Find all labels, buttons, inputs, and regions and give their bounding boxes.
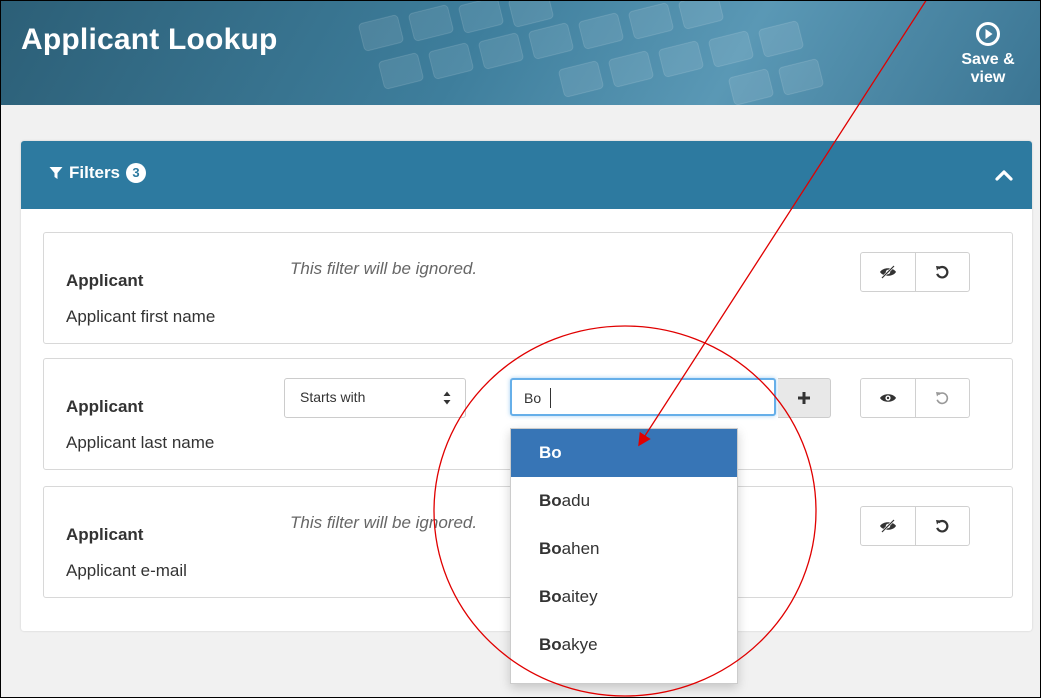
- autocomplete-option[interactable]: Boaitey: [511, 573, 737, 621]
- autocomplete-dropdown: Bo Boadu Boahen Boaitey Boakye: [510, 428, 738, 684]
- reset-filter-button[interactable]: [914, 507, 970, 545]
- text-caret: [550, 388, 551, 408]
- autocomplete-option[interactable]: Bo: [511, 429, 737, 477]
- eye-slash-icon: [879, 519, 896, 533]
- plus-icon: [798, 392, 810, 404]
- play-circle-icon: [976, 22, 1000, 46]
- autocomplete-option[interactable]: Boahen: [511, 525, 737, 573]
- filter-action-buttons: [860, 506, 970, 546]
- filters-panel-header[interactable]: Filters 3: [21, 141, 1032, 209]
- filter-card-first-name: Applicant Applicant first name This filt…: [43, 232, 1013, 344]
- filter-field-name: Applicant last name: [66, 433, 215, 452]
- eye-slash-icon: [879, 265, 896, 279]
- chevron-up-icon[interactable]: [994, 165, 1014, 185]
- toggle-visibility-button[interactable]: [861, 507, 915, 545]
- filter-field-name: Applicant e-mail: [66, 561, 187, 580]
- undo-icon: [936, 265, 949, 279]
- filter-category: Applicant: [66, 397, 144, 416]
- filter-icon: [49, 167, 63, 179]
- filter-field-name: Applicant first name: [66, 307, 216, 326]
- page-title: Applicant Lookup: [21, 23, 278, 56]
- operator-select[interactable]: Starts with: [284, 378, 466, 418]
- operator-value: Starts with: [300, 389, 366, 405]
- reset-filter-button[interactable]: [914, 253, 970, 291]
- filter-value-input[interactable]: [524, 388, 754, 408]
- filters-count-badge: 3: [126, 163, 147, 183]
- filter-category: Applicant: [66, 271, 144, 290]
- filters-label: Filters: [69, 163, 121, 182]
- eye-icon: [879, 394, 896, 402]
- filter-category: Applicant: [66, 525, 144, 544]
- filters-heading: Filters 3: [49, 163, 147, 183]
- autocomplete-option[interactable]: Boadu: [511, 477, 737, 525]
- add-value-button[interactable]: [778, 378, 831, 418]
- filter-action-buttons: [860, 378, 970, 418]
- sort-arrows-icon: [443, 391, 451, 405]
- filter-ignored-note: This filter will be ignored.: [290, 259, 478, 278]
- save-and-view-button[interactable]: Save & view: [942, 21, 1034, 87]
- page-header: Applicant Lookup Save & view: [1, 1, 1040, 105]
- toggle-visibility-button[interactable]: [861, 379, 915, 417]
- toggle-visibility-button[interactable]: [861, 253, 915, 291]
- undo-icon: [936, 392, 949, 405]
- filter-action-buttons: [860, 252, 970, 292]
- undo-icon: [936, 519, 949, 533]
- filter-value-input-wrapper: [510, 378, 776, 416]
- save-and-view-label: Save & view: [961, 51, 1015, 86]
- filter-ignored-note: This filter will be ignored.: [290, 513, 478, 532]
- autocomplete-option[interactable]: Boakye: [511, 621, 737, 669]
- reset-filter-button[interactable]: [914, 379, 970, 417]
- app-frame: Applicant Lookup Save & view Filters 3 A…: [0, 0, 1041, 698]
